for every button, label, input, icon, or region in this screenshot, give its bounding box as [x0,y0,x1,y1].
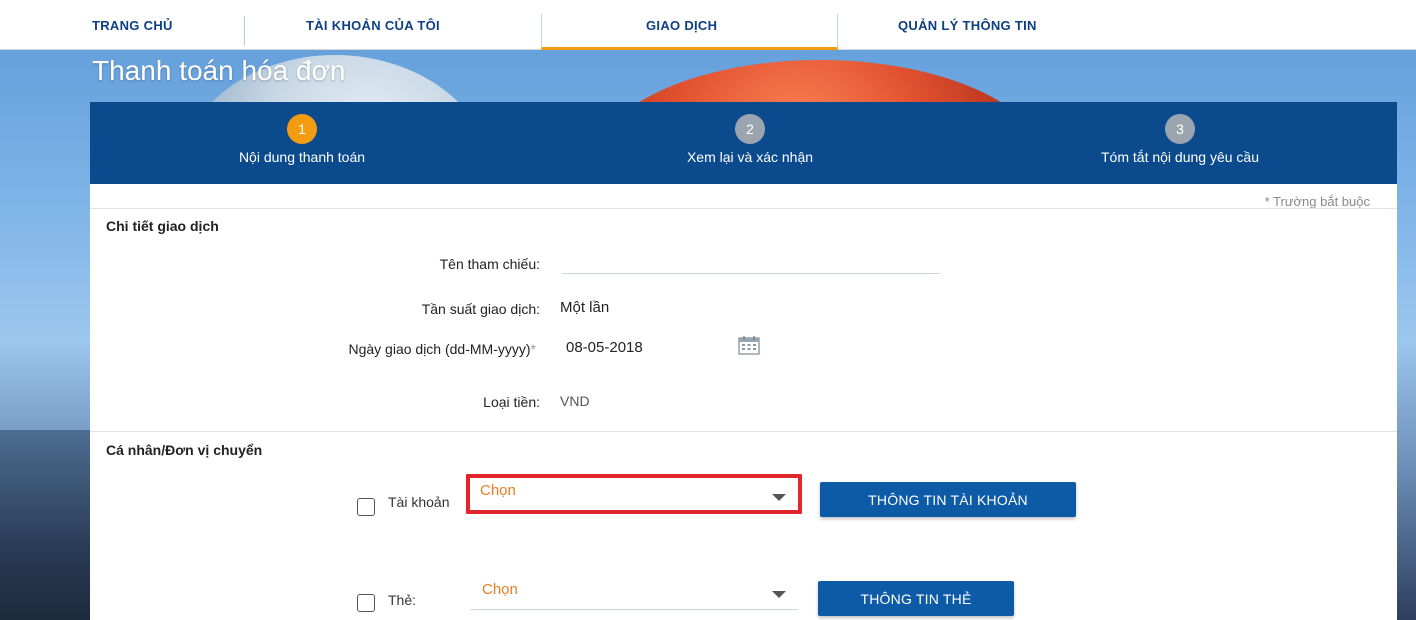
step-label: Xem lại và xác nhận [686,149,814,165]
currency-label: Loại tiền: [483,394,540,410]
top-navigation: TRANG CHỦ TÀI KHOẢN CỦA TÔI GIAO DỊCH QU… [0,0,1416,50]
nav-separator [244,16,245,46]
step-1: 1 Nội dung thanh toán [152,114,452,165]
background-mountain [0,430,100,620]
step-number: 1 [287,114,317,144]
reference-name-input[interactable] [562,250,940,274]
step-label: Tóm tắt nội dung yêu cầu [1101,149,1259,165]
nav-item-info-management[interactable]: QUẢN LÝ THÔNG TIN [898,0,1037,50]
account-checkbox[interactable] [357,498,375,516]
nav-item-home[interactable]: TRANG CHỦ [92,0,173,50]
currency-value: VND [560,393,590,409]
step-2: 2 Xem lại và xác nhận [600,114,900,165]
page-title: Thanh toán hóa đơn [92,55,346,86]
card-info-button[interactable]: THÔNG TIN THẺ [818,581,1014,616]
frequency-label: Tần suất giao dịch: [421,301,540,317]
reference-name-label: Tên tham chiếu: [439,256,540,272]
step-number: 3 [1165,114,1195,144]
card-label: Thẻ: [388,592,417,608]
calendar-icon[interactable] [738,335,760,355]
card-select-value: Chọn [482,581,518,598]
step-number: 2 [735,114,765,144]
frequency-value: Một lần [560,299,610,316]
account-select[interactable]: Chọn [466,474,802,514]
transaction-date-label: Ngày giao dịch (dd-MM-yyyy)* [236,341,536,357]
card-select[interactable]: Chọn [470,578,798,610]
step-progress-bar: 1 Nội dung thanh toán 2 Xem lại và xác n… [90,102,1397,184]
step-3: 3 Tóm tắt nội dung yêu cầu [1030,114,1330,165]
section-title-transaction-details: Chi tiết giao dịch [106,218,219,234]
transaction-date-label-text: Ngày giao dịch (dd-MM-yyyy) [348,341,531,357]
chevron-down-icon [772,591,786,598]
payment-form-panel: * Trường bắt buộc Chi tiết giao dịch Tên… [90,184,1397,620]
chevron-down-icon [772,494,786,501]
divider [90,431,1397,432]
nav-item-transactions[interactable]: GIAO DỊCH [646,0,717,50]
section-title-sender: Cá nhân/Đơn vị chuyển [106,442,263,458]
card-checkbox[interactable] [357,594,375,612]
divider [90,208,1397,209]
account-info-button[interactable]: THÔNG TIN TÀI KHOẢN [820,482,1076,517]
required-field-note: * Trường bắt buộc [1264,194,1370,209]
step-label: Nội dung thanh toán [238,149,366,165]
required-asterisk: * [530,341,536,357]
transaction-date-value[interactable]: 08-05-2018 [566,339,643,356]
account-select-value: Chọn [480,482,516,499]
nav-item-my-account[interactable]: TÀI KHOẢN CỦA TÔI [306,0,440,50]
account-label: Tài khoản [388,494,450,510]
